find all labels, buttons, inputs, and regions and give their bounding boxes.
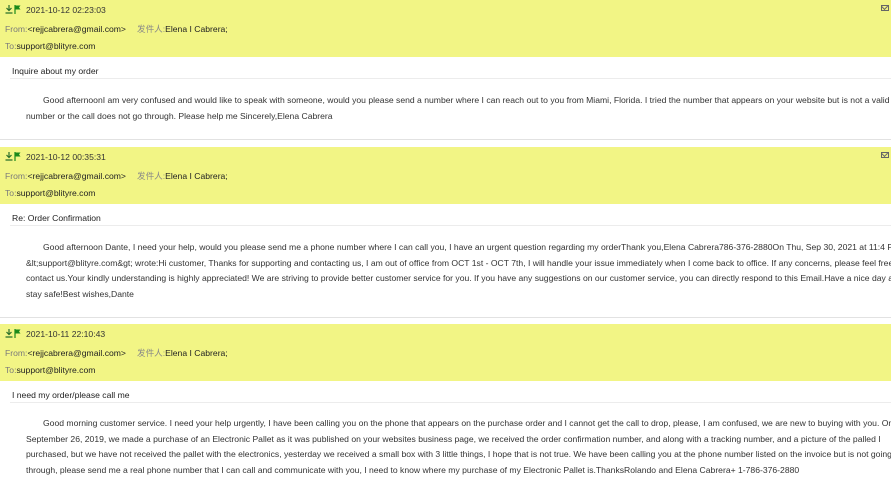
sender-name: Elena I Cabrera; — [165, 348, 228, 358]
sender-prefix: 发件人: — [136, 348, 166, 358]
email-datetime: 2021-10-12 02:23:03 — [26, 5, 106, 15]
from-label: From: — [5, 171, 28, 181]
from-address[interactable]: <rejjcabrera@gmail.com> — [27, 348, 126, 358]
download-icon[interactable] — [5, 5, 13, 14]
message-divider — [0, 139, 891, 140]
from-address[interactable]: <rejjcabrera@gmail.com> — [27, 171, 126, 181]
sender-name: Elena I Cabrera; — [165, 171, 228, 181]
to-label: To: — [5, 41, 17, 51]
email-body: Good afternoon Dante, I need your help, … — [26, 242, 891, 299]
to-label: To: — [5, 188, 17, 198]
email-subject: Re: Order Confirmation — [12, 213, 101, 223]
email-header: 2021-10-11 22:10:43 From:<rejjcabrera@gm… — [0, 324, 891, 381]
subject-divider — [10, 402, 891, 403]
email-header: 2021-10-12 00:35:31 From:<rejjcabrera@gm… — [0, 147, 891, 204]
email-datetime: 2021-10-12 00:35:31 — [26, 152, 106, 162]
email-body: Good afternoonI am very confused and wou… — [26, 95, 890, 121]
sender-prefix: 发件人: — [136, 171, 166, 181]
subject-divider — [10, 225, 891, 226]
email-datetime: 2021-10-11 22:10:43 — [26, 329, 106, 339]
email-subject: Inquire about my order — [12, 66, 99, 76]
from-label: From: — [5, 348, 28, 358]
sender-name: Elena I Cabrera; — [165, 24, 228, 34]
email-item: 2021-10-11 22:10:43 From:<rejjcabrera@gm… — [0, 324, 891, 475]
flag-icon[interactable] — [14, 329, 21, 338]
from-label: From: — [5, 24, 28, 34]
download-icon[interactable] — [5, 152, 13, 161]
subject-divider — [10, 78, 891, 79]
to-label: To: — [5, 365, 17, 375]
to-address[interactable]: support@blityre.com — [16, 365, 95, 375]
flag-icon[interactable] — [14, 5, 21, 14]
email-item: 2021-10-12 02:23:03 From:<rejjcabrera@gm… — [0, 0, 891, 140]
from-address[interactable]: <rejjcabrera@gmail.com> — [27, 24, 126, 34]
envelope-icon[interactable] — [881, 152, 889, 158]
sender-prefix: 发件人: — [136, 24, 166, 34]
to-address[interactable]: support@blityre.com — [16, 188, 95, 198]
email-item: 2021-10-12 00:35:31 From:<rejjcabrera@gm… — [0, 147, 891, 318]
envelope-icon[interactable] — [881, 5, 889, 11]
email-header: 2021-10-12 02:23:03 From:<rejjcabrera@gm… — [0, 0, 891, 57]
email-subject: I need my order/please call me — [12, 390, 130, 400]
email-body: Good morning customer service. I need yo… — [26, 418, 891, 475]
download-icon[interactable] — [5, 329, 13, 338]
message-divider — [0, 317, 891, 318]
flag-icon[interactable] — [14, 152, 21, 161]
to-address[interactable]: support@blityre.com — [16, 41, 95, 51]
